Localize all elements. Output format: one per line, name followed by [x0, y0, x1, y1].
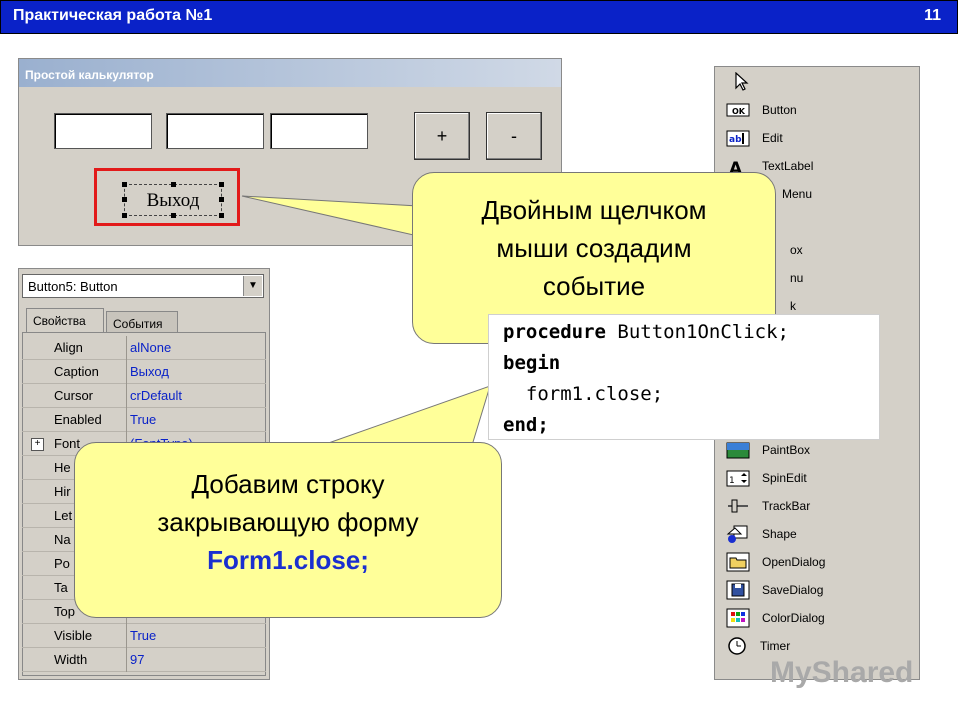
callout-line: Добавим строку	[191, 469, 385, 499]
callout-line: событие	[542, 271, 646, 301]
code-keyword: begin	[503, 352, 561, 374]
watermark: MyShared	[770, 656, 913, 690]
code-line: procedure Button1OnClick;	[503, 317, 879, 348]
code-line: form1.close;	[503, 383, 664, 405]
callout-add-line: Добавим строку закрывающую форму Form1.c…	[74, 442, 502, 618]
callout-line: мыши создадим	[496, 233, 692, 263]
code-line: end;	[503, 410, 879, 441]
code-keyword: procedure	[503, 321, 606, 343]
code-line: begin	[503, 348, 879, 379]
watermark-text: MyShared	[770, 656, 914, 689]
callout-line: закрывающую форму	[157, 507, 419, 537]
code-snippet: procedure Button1OnClick; begin form1.cl…	[488, 314, 880, 440]
code-text: Button1OnClick;	[605, 321, 789, 343]
callout-code-highlight: Form1.close;	[207, 545, 369, 575]
callout-line: Двойным щелчком	[481, 195, 707, 225]
code-keyword: end;	[503, 414, 549, 436]
